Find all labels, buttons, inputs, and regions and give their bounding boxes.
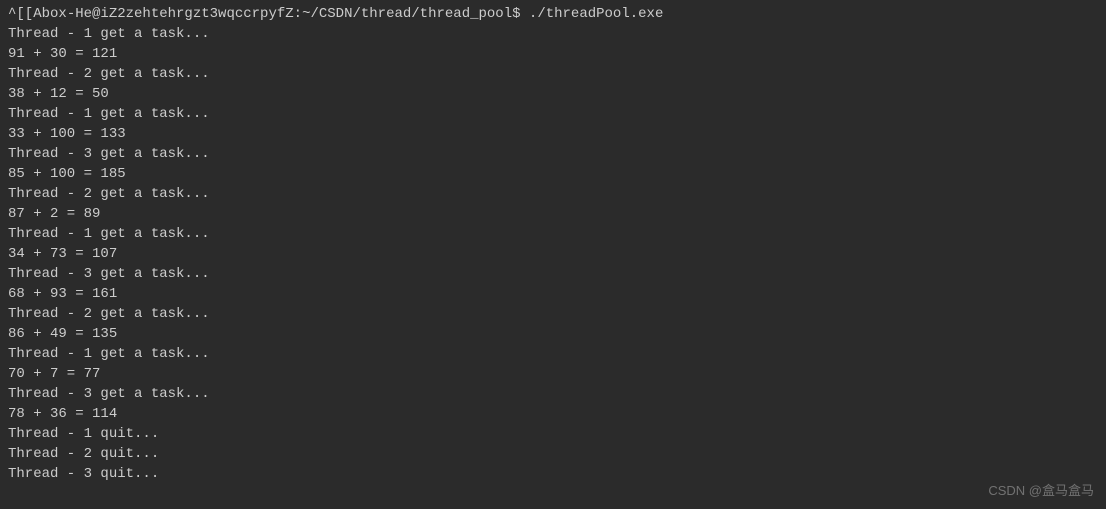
- prompt-line: ^[[Abox-He@iZ2zehtehrgzt3wqccrpyfZ:~/CSD…: [8, 4, 1098, 24]
- output-line: Thread - 3 get a task...: [8, 144, 1098, 164]
- output-line: Thread - 3 get a task...: [8, 384, 1098, 404]
- output-line: 91 + 30 = 121: [8, 44, 1098, 64]
- output-line: Thread - 2 get a task...: [8, 184, 1098, 204]
- prompt-path: ~/CSDN/thread/thread_pool: [302, 6, 512, 22]
- output-line: Thread - 1 get a task...: [8, 104, 1098, 124]
- watermark-text: CSDN @盒马盒马: [988, 481, 1094, 501]
- output-line: Thread - 2 get a task...: [8, 304, 1098, 324]
- output-line: 86 + 49 = 135: [8, 324, 1098, 344]
- output-line: Thread - 2 get a task...: [8, 64, 1098, 84]
- output-line: 33 + 100 = 133: [8, 124, 1098, 144]
- output-line: Thread - 3 get a task...: [8, 264, 1098, 284]
- output-line: 78 + 36 = 114: [8, 404, 1098, 424]
- output-line: Thread - 1 get a task...: [8, 224, 1098, 244]
- output-line: Thread - 1 get a task...: [8, 24, 1098, 44]
- output-line: 34 + 73 = 107: [8, 244, 1098, 264]
- output-line: 70 + 7 = 77: [8, 364, 1098, 384]
- output-line: 38 + 12 = 50: [8, 84, 1098, 104]
- prompt-user-host: box-He@iZ2zehtehrgzt3wqccrpyfZ: [42, 6, 294, 22]
- command-text[interactable]: ./threadPool.exe: [529, 6, 663, 22]
- output-line: 87 + 2 = 89: [8, 204, 1098, 224]
- output-line: Thread - 3 quit...: [8, 464, 1098, 484]
- output-line: 68 + 93 = 161: [8, 284, 1098, 304]
- output-line: Thread - 2 quit...: [8, 444, 1098, 464]
- output-line: 85 + 100 = 185: [8, 164, 1098, 184]
- prompt-separator: $: [512, 6, 520, 22]
- prompt-prefix: ^[[A: [8, 6, 42, 22]
- output-line: Thread - 1 get a task...: [8, 344, 1098, 364]
- output-line: Thread - 1 quit...: [8, 424, 1098, 444]
